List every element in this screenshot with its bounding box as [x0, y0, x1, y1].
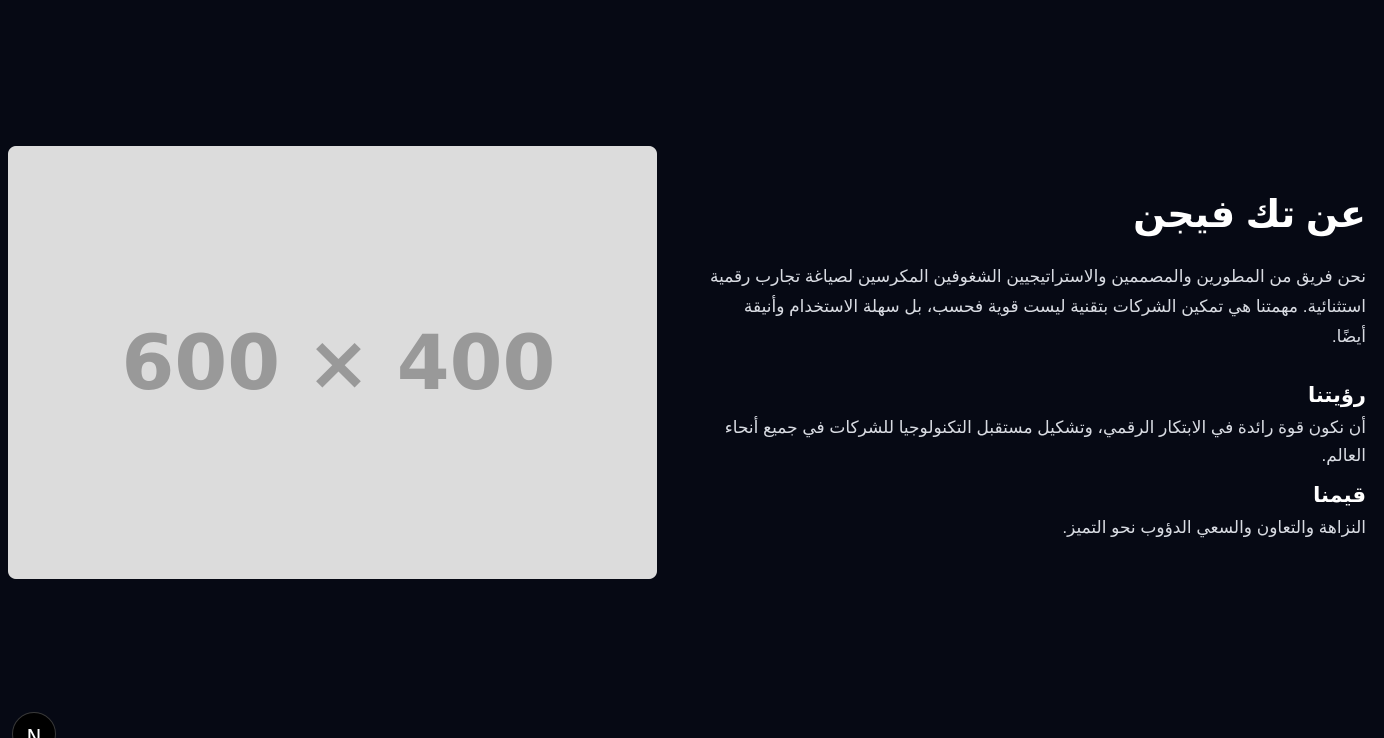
values-text: النزاهة والتعاون والسعي الدؤوب نحو التمي… [1062, 518, 1366, 537]
dev-tools-badge-button[interactable]: N [12, 712, 56, 738]
values-heading: قيمنا [1313, 484, 1366, 507]
placeholder-image: 600 × 400 [8, 146, 657, 579]
about-title: عن تك فيجن [1133, 194, 1366, 236]
page: 600 × 400 عن تك فيجن نحن فريق من المطوري… [0, 0, 1384, 738]
vision-text: أن نكون قوة رائدة في الابتكار الرقمي، وت… [724, 418, 1366, 465]
vision-heading: رؤيتنا [1307, 384, 1366, 407]
placeholder-image-label: 600 × 400 [121, 318, 556, 407]
next-logo-icon: N [26, 725, 42, 738]
about-section: عن تك فيجن نحن فريق من المطورين والمصممي… [706, 190, 1366, 542]
about-description: نحن فريق من المطورين والمصممين والاسترات… [709, 267, 1366, 346]
